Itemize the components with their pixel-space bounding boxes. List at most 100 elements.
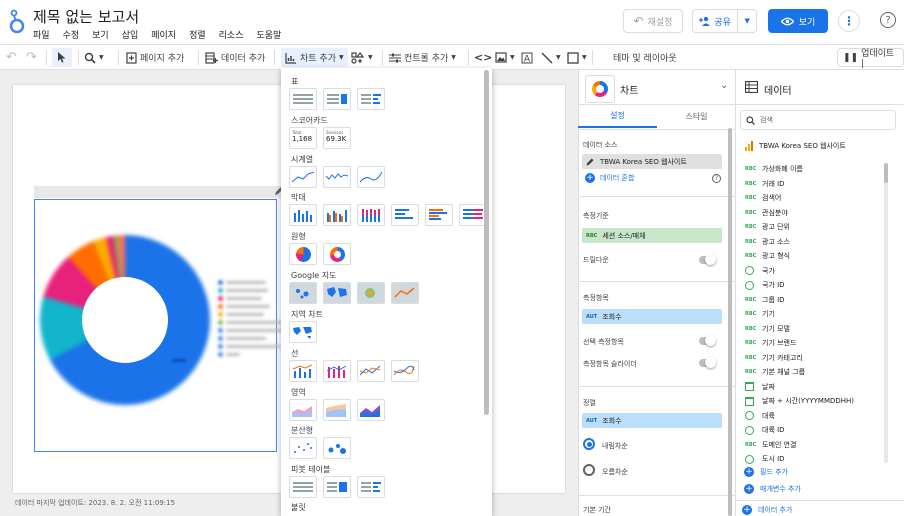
add-parameter-button[interactable]: + 매개변수 추가 (744, 484, 801, 494)
help-circle-icon[interactable]: ? (712, 174, 721, 183)
chart-option-combo[interactable] (289, 360, 317, 382)
chevron-down-icon[interactable]: ⌄ (720, 80, 728, 91)
data-field-item[interactable]: RBC 관심분야 (745, 206, 788, 220)
chart-drag-handle[interactable] (34, 186, 284, 198)
redo-icon[interactable]: ↷ (26, 48, 37, 67)
share-dropdown-icon[interactable]: ▼ (738, 17, 756, 25)
share-button[interactable]: 공유 ▼ (692, 9, 757, 33)
chart-option-table-bars[interactable] (357, 88, 385, 110)
chart-option-heatmap-map[interactable] (357, 282, 385, 304)
looker-studio-logo[interactable] (8, 8, 26, 34)
community-viz-icon[interactable]: ▼ (351, 48, 373, 67)
data-field-item[interactable]: RBC 가상화폐 이름 (745, 162, 803, 176)
menu-edit[interactable]: 수정 (63, 28, 80, 41)
data-field-item[interactable]: RBC 광고 단위 (745, 220, 790, 234)
pencil-icon[interactable] (586, 157, 595, 166)
chart-option-donut[interactable] (323, 243, 351, 265)
chart-option-stacked-bar[interactable] (459, 204, 487, 226)
chart-option-column[interactable] (289, 204, 317, 226)
data-field-item[interactable]: 국가 ID (745, 278, 785, 292)
more-options-icon[interactable]: ⋮ (838, 10, 860, 32)
data-field-item[interactable]: 날짜 + 시간(YYYYMMDDHH) (745, 394, 854, 408)
menu-page[interactable]: 페이지 (151, 28, 176, 41)
ascending-radio[interactable] (583, 464, 595, 476)
data-field-item[interactable]: RBC 기본 채널 그룹 (745, 365, 805, 379)
dimension-chip[interactable]: RBC 세션 소스/매체 (582, 228, 722, 243)
add-data-source-button[interactable]: + 데이터 추가 (742, 505, 792, 515)
field-search-input[interactable]: 검색 (740, 110, 896, 130)
chart-option-sparkline[interactable] (323, 166, 351, 188)
chart-option-pivot[interactable] (289, 476, 317, 498)
text-icon[interactable]: A (521, 48, 533, 67)
data-field-item[interactable]: RBC 검색어 (745, 191, 781, 205)
data-field-item[interactable]: 날짜 (745, 380, 775, 394)
menu-file[interactable]: 파일 (33, 28, 50, 41)
chart-option-stacked-column[interactable] (357, 204, 385, 226)
drilldown-toggle[interactable] (699, 254, 716, 265)
chart-option-grouped-bar[interactable] (425, 204, 453, 226)
chart-option-smoothed-timeseries[interactable] (357, 166, 385, 188)
chart-option-bubble-map[interactable] (289, 282, 317, 304)
chart-type-selector[interactable] (585, 75, 615, 103)
tab-style[interactable]: 스타일 (657, 104, 736, 128)
chart-option-pie[interactable] (289, 243, 317, 265)
menu-help[interactable]: 도움말 (257, 28, 282, 41)
chart-option-line-map[interactable] (391, 282, 419, 304)
data-field-item[interactable]: RBC 그룹 ID (745, 293, 785, 307)
chart-option-area[interactable] (289, 399, 317, 421)
data-source-chip[interactable]: TBWA Korea SEO 웹사이트 (582, 154, 722, 169)
menu-resource[interactable]: 리소스 (219, 28, 244, 41)
zoom-icon[interactable]: ▼ (84, 48, 104, 67)
add-page-button[interactable]: 페이지 추가 (126, 48, 184, 67)
chart-option-smoothed-line[interactable] (391, 360, 419, 382)
data-field-item[interactable]: RBC 도메인 연결 (745, 438, 796, 452)
data-field-item[interactable]: RBC 기기 카테고리 (745, 351, 803, 365)
embed-code-icon[interactable]: <> (474, 48, 492, 67)
data-field-item[interactable]: RBC 기기 모델 (745, 322, 790, 336)
chart-option-100-area[interactable] (357, 399, 385, 421)
sort-chip[interactable]: AUT 조회수 (582, 413, 722, 428)
chart-option-filled-map[interactable] (323, 282, 351, 304)
picker-scrollbar[interactable] (484, 70, 489, 415)
data-field-item[interactable]: 국가 (745, 264, 775, 278)
chart-option-timeseries[interactable] (289, 166, 317, 188)
line-icon[interactable]: ▼ (541, 48, 561, 67)
chart-option-bubble[interactable] (323, 437, 351, 459)
data-field-item[interactable]: RBC 광고 소스 (745, 235, 790, 249)
chart-option-geo[interactable] (289, 321, 317, 343)
add-chart-button[interactable]: 차트 추가 ▼ (281, 48, 348, 67)
optional-metrics-toggle[interactable] (699, 335, 716, 346)
descending-radio[interactable] (583, 438, 595, 450)
metric-slider-toggle[interactable] (699, 357, 716, 368)
chart-option-scatter[interactable] (289, 437, 317, 459)
chart-option-table[interactable] (289, 88, 317, 110)
update-button[interactable]: ❚❚ 업데이트 | (837, 48, 904, 69)
blend-data-button[interactable]: + 데이터 혼합 (585, 173, 634, 183)
tab-setup[interactable]: 설정 (578, 104, 657, 128)
menu-view[interactable]: 보기 (92, 28, 109, 41)
data-field-item[interactable]: RBC 거래 ID (745, 177, 785, 191)
add-data-button[interactable]: 데이터 추가 (205, 48, 265, 67)
chart-option-stacked-combo[interactable] (323, 360, 351, 382)
theme-layout-button[interactable]: 테마 및 레이아웃 (613, 48, 677, 67)
undo-icon[interactable]: ↶ (6, 48, 17, 67)
data-field-item[interactable]: 대륙 ID (745, 423, 785, 437)
add-field-button[interactable]: + 필드 추가 (744, 467, 788, 477)
chart-option-pivot-heatmap[interactable] (323, 476, 351, 498)
add-control-button[interactable]: 컨트롤 추가 ▼ (389, 48, 456, 67)
chart-option-scorecard[interactable]: Total 1,168 (289, 127, 317, 149)
data-field-item[interactable]: 도시 ID (745, 452, 785, 466)
reset-button[interactable]: ↶ 재설정 (623, 9, 683, 33)
view-button[interactable]: 보기 (768, 9, 828, 33)
help-icon[interactable]: ? (880, 12, 896, 28)
data-scrollbar-thumb[interactable] (884, 163, 888, 183)
menu-arrange[interactable]: 정렬 (189, 28, 206, 41)
chart-option-line[interactable] (357, 360, 385, 382)
chart-option-bar[interactable] (391, 204, 419, 226)
metric-chip[interactable]: AUT 조회수 (582, 309, 722, 324)
shape-icon[interactable]: ▼ (567, 48, 587, 67)
menu-insert[interactable]: 삽입 (122, 28, 139, 41)
chart-option-grouped-column[interactable] (323, 204, 351, 226)
data-field-item[interactable]: RBC 광고 형식 (745, 249, 790, 263)
properties-scrollbar[interactable] (728, 128, 732, 516)
